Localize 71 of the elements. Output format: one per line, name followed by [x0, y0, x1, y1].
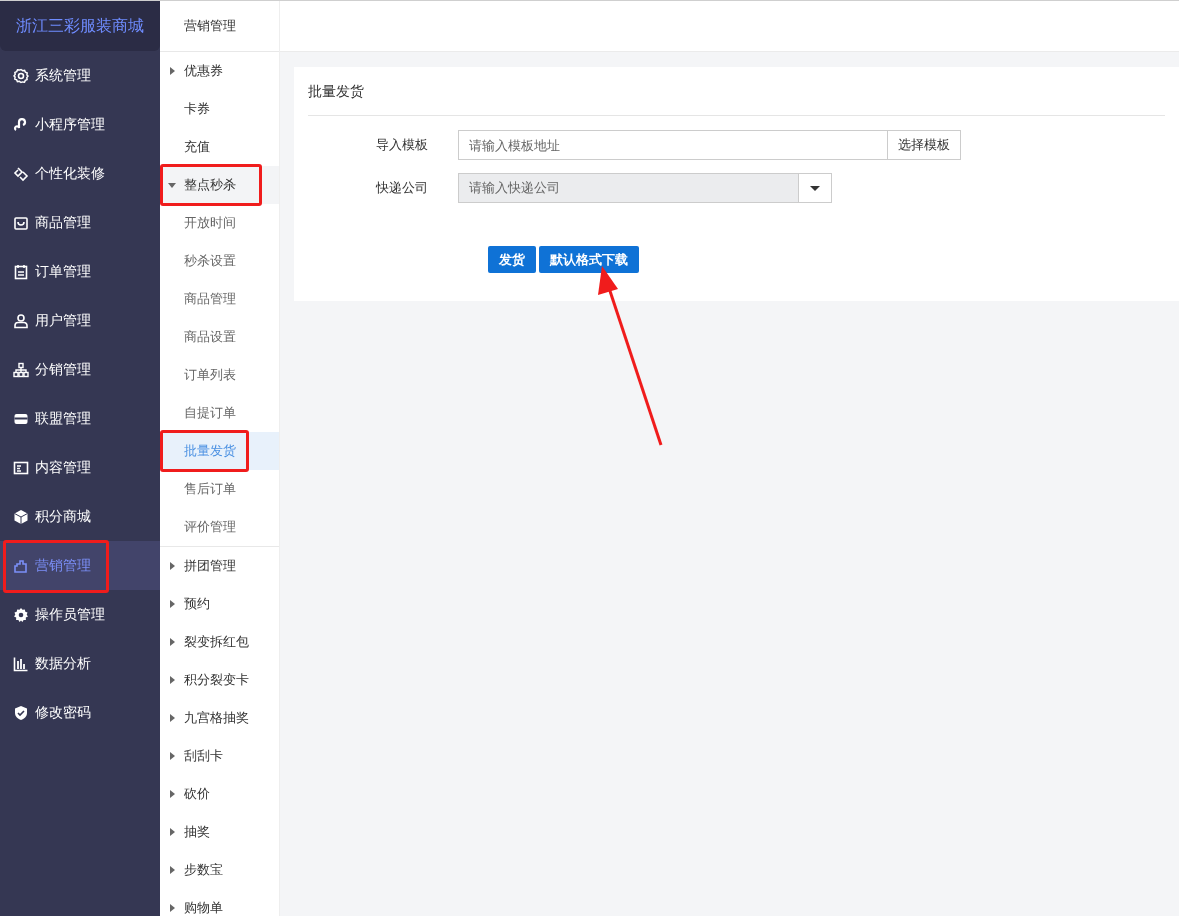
sidebar-item[interactable]: 数据分析 [0, 639, 160, 688]
submenu-item[interactable]: 开放时间 [160, 204, 279, 242]
field-label: 快递公司 [376, 180, 428, 196]
sidebar-item[interactable]: 订单管理 [0, 247, 160, 296]
puzzle-icon [13, 557, 29, 574]
sidebar-item[interactable]: 联盟管理 [0, 394, 160, 443]
sidebar-item[interactable]: 积分商城 [0, 492, 160, 541]
submenu-item[interactable]: 秒杀设置 [160, 242, 279, 280]
cube-icon [13, 508, 29, 525]
document-icon [13, 459, 29, 476]
submenu-item[interactable]: 商品设置 [160, 318, 279, 356]
sidebar-item[interactable]: 商品管理 [0, 198, 160, 247]
sidebar-item[interactable]: 个性化装修 [0, 149, 160, 198]
caret-icon [169, 866, 175, 874]
submenu-group[interactable]: 九宫格抽奖 [160, 699, 279, 737]
courier-select[interactable]: 请输入快递公司 [458, 173, 832, 203]
submenu-group[interactable]: 刮刮卡 [160, 737, 279, 775]
submenu-group[interactable]: 裂变拆红包 [160, 623, 279, 661]
clipboard-icon [13, 263, 29, 280]
brand-title: 浙江三彩服装商城 [0, 1, 160, 51]
sidebar-item[interactable]: 内容管理 [0, 443, 160, 492]
caret-icon [169, 904, 175, 912]
submenu-title: 营销管理 [160, 1, 279, 52]
download-template-button[interactable]: 默认格式下载 [539, 246, 639, 273]
bar-chart-icon [13, 655, 29, 672]
submenu-group[interactable]: 抽奖 [160, 813, 279, 851]
sidebar-item[interactable]: 小程序管理 [0, 100, 160, 149]
settings-icon [13, 67, 29, 84]
submenu-group[interactable]: 优惠券 [160, 52, 279, 90]
cog-icon [13, 606, 29, 623]
submenu-item[interactable]: 自提订单 [160, 394, 279, 432]
sidebar-item[interactable]: 操作员管理 [0, 590, 160, 639]
caret-icon [169, 752, 175, 760]
template-url-field[interactable]: 请输入模板地址 [458, 130, 888, 160]
field-label: 导入模板 [376, 137, 428, 153]
caret-icon [169, 600, 175, 608]
submenu-group[interactable]: 购物单 [160, 889, 279, 916]
submenu-group[interactable]: 预约 [160, 585, 279, 623]
submenu-item[interactable]: 卡券 [160, 90, 279, 128]
caret-icon [169, 676, 175, 684]
caret-icon [168, 182, 176, 188]
caret-icon [169, 828, 175, 836]
sidebar-item[interactable]: 分销管理 [0, 345, 160, 394]
hierarchy-icon [13, 361, 29, 378]
submenu-item[interactable]: 商品管理 [160, 280, 279, 318]
sidebar-item[interactable]: 修改密码 [0, 688, 160, 737]
ship-button[interactable]: 发货 [488, 246, 536, 273]
caret-icon [169, 562, 175, 570]
submenu-item[interactable]: 充值 [160, 128, 279, 166]
sidebar-item[interactable]: 用户管理 [0, 296, 160, 345]
link-icon [13, 116, 29, 133]
shield-check-icon [13, 704, 29, 721]
submenu-item[interactable]: 评价管理 [160, 508, 279, 546]
submenu-item[interactable]: 订单列表 [160, 356, 279, 394]
submenu-group[interactable]: 积分裂变卡 [160, 661, 279, 699]
user-icon [13, 312, 29, 329]
sidebar-item[interactable]: 系统管理 [0, 51, 160, 100]
submenu-item[interactable]: 售后订单 [160, 470, 279, 508]
submenu-group[interactable]: 砍价 [160, 775, 279, 813]
submenu-group[interactable]: 拼团管理 [160, 547, 279, 585]
choose-template-button[interactable]: 选择模板 [888, 130, 961, 160]
caret-icon [169, 714, 175, 722]
diamond-icon [13, 165, 29, 182]
bag-icon [13, 214, 29, 231]
submenu-group[interactable]: 步数宝 [160, 851, 279, 889]
panel-title: 批量发货 [308, 81, 364, 101]
caret-icon [810, 185, 820, 191]
caret-icon [169, 638, 175, 646]
submenu-group[interactable]: 整点秒杀 [160, 166, 279, 204]
caret-icon [169, 790, 175, 798]
caret-icon [169, 67, 175, 75]
